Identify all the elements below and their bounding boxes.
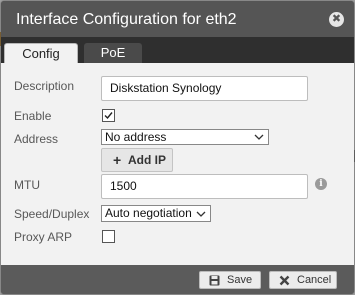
close-icon[interactable]: ✖ xyxy=(329,12,344,27)
speed-duplex-select[interactable]: Auto negotiation xyxy=(101,205,211,222)
checkmark-icon xyxy=(104,112,113,120)
description-input[interactable]: Diskstation Synology xyxy=(101,76,308,101)
floppy-disk-icon xyxy=(209,275,220,286)
interface-config-dialog: Interface Configuration for eth2 ✖ Confi… xyxy=(1,1,354,294)
add-ip-label: Add IP xyxy=(128,153,166,167)
speed-duplex-select-value: Auto negotiation xyxy=(105,206,192,220)
save-button[interactable]: Save xyxy=(199,271,261,289)
address-select-value: No address xyxy=(105,130,167,144)
mtu-input[interactable]: 1500 xyxy=(101,174,308,199)
info-icon[interactable]: i xyxy=(315,178,327,190)
cancel-button[interactable]: Cancel xyxy=(269,271,337,289)
description-label: Description xyxy=(14,79,75,93)
chevron-down-icon xyxy=(254,134,264,140)
tab-config[interactable]: Config xyxy=(4,43,78,63)
mtu-label: MTU xyxy=(14,178,40,192)
dialog-footer: Save Cancel xyxy=(1,265,354,294)
cancel-label: Cancel xyxy=(297,274,332,286)
tab-poe[interactable]: PoE xyxy=(84,43,142,63)
address-select[interactable]: No address xyxy=(101,129,269,145)
proxy-arp-label: Proxy ARP xyxy=(14,230,73,244)
dialog-titlebar: Interface Configuration for eth2 ✖ xyxy=(1,1,354,37)
address-label: Address xyxy=(14,132,59,146)
enable-checkbox[interactable] xyxy=(102,109,115,122)
config-form: Description Diskstation Synology Enable … xyxy=(1,63,354,265)
chevron-down-icon xyxy=(196,211,206,217)
x-icon xyxy=(279,275,290,286)
tab-bar: Config PoE xyxy=(1,37,354,63)
save-label: Save xyxy=(227,274,253,286)
dialog-title: Interface Configuration for eth2 xyxy=(16,11,237,28)
plus-icon: + xyxy=(113,152,122,168)
add-ip-button[interactable]: + Add IP xyxy=(101,148,173,172)
proxy-arp-checkbox[interactable] xyxy=(102,230,115,243)
enable-label: Enable xyxy=(14,109,52,123)
speed-duplex-label: Speed/Duplex xyxy=(14,207,90,221)
